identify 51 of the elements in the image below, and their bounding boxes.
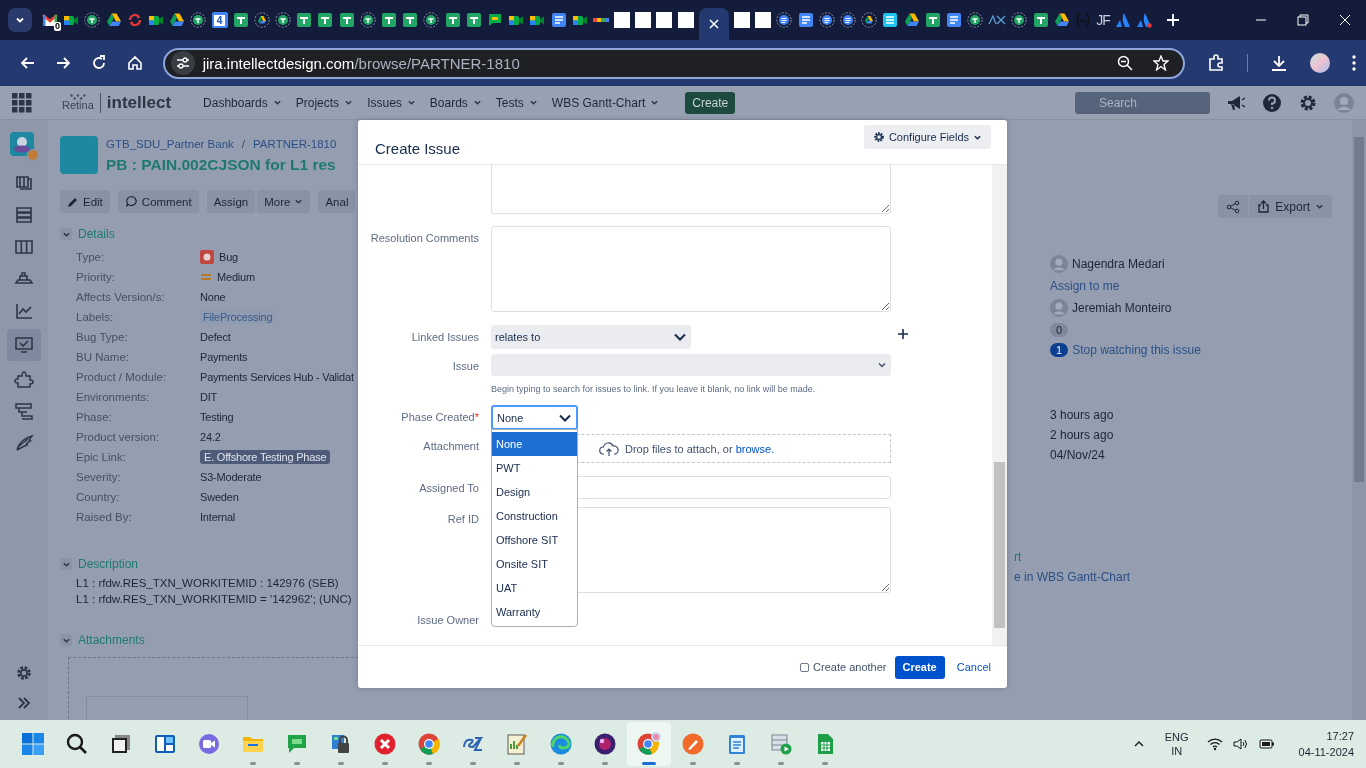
field-label: Affects Version/s: xyxy=(76,291,166,303)
field-value: Medium xyxy=(217,271,255,283)
issue-title: PB : PAIN.002CJSON for L1 res xyxy=(106,156,337,174)
field-value: Testing xyxy=(200,411,234,423)
field-label: Product version: xyxy=(76,431,161,443)
url-text: jira.intellectdesign.com/browse/PARTNER-1810 xyxy=(202,54,520,72)
field-value: Defect xyxy=(200,331,231,343)
drop-text: Drop files to attach, or browse. xyxy=(625,442,775,455)
field-label: Raised By: xyxy=(76,511,133,523)
reporter-name: Jeremiah Monteiro xyxy=(1072,301,1172,315)
field-value: 24.2 xyxy=(200,431,221,443)
field-label: Linked Issues xyxy=(410,330,479,345)
date-value: 04/Nov/24 xyxy=(1050,447,1106,464)
field-value: Payments Services Hub - Validat xyxy=(200,371,354,383)
field-label: Environments: xyxy=(76,391,151,403)
assignee-name: Nagendra Medari xyxy=(1072,257,1165,271)
field-label: Country: xyxy=(76,491,121,503)
field-label: Assigned To xyxy=(418,481,479,496)
field-label: Ref ID xyxy=(446,512,479,527)
field-label: Product / Module: xyxy=(76,371,168,383)
field-value: DIT xyxy=(200,391,218,403)
field-value: Bug xyxy=(219,251,238,263)
field-label: Resolution Comments xyxy=(369,231,479,246)
help-text: Begin typing to search for issues to link. If you leave it blank, no link will be made. xyxy=(491,384,816,394)
unread-count: 0 xyxy=(54,22,61,31)
field-label: Phase Created* xyxy=(400,410,479,425)
field-label: Issue Owner xyxy=(416,613,479,628)
field-label: Bug Type: xyxy=(76,331,129,343)
logo-text: Retina xyxy=(62,100,94,111)
description-line: L1 : rfdw.RES_TXN_WORKITEMID = '142962'; (UNC) xyxy=(76,592,352,607)
field-label: Severity: xyxy=(76,471,122,483)
field-value: Sweden xyxy=(200,491,239,503)
dialog-title: Create Issue xyxy=(375,139,461,157)
field-label: Epic Link: xyxy=(76,451,127,463)
field-label: Type: xyxy=(76,251,106,263)
field-value: None xyxy=(200,291,226,303)
field-label: BU Name: xyxy=(76,351,131,363)
logo-text: intellect xyxy=(99,92,172,113)
field-label: Labels: xyxy=(76,311,115,323)
field-value: S3-Moderate xyxy=(200,471,262,483)
field-label: Phase: xyxy=(76,411,113,423)
breadcrumb-separator: / xyxy=(241,138,246,150)
field-label: Attachment xyxy=(422,439,479,454)
description-line: L1 : rfdw.RES_TXN_WORKITEMID : 142976 (SEB) xyxy=(76,576,339,591)
date-value: 3 hours ago xyxy=(1050,407,1114,424)
checkbox-label: Create another xyxy=(813,661,887,673)
date-value: 2 hours ago xyxy=(1050,427,1114,444)
field-label: Priority: xyxy=(76,271,116,283)
field-value: Internal xyxy=(200,511,236,523)
field-label: Issue xyxy=(451,359,479,374)
field-value: Payments xyxy=(200,351,248,363)
